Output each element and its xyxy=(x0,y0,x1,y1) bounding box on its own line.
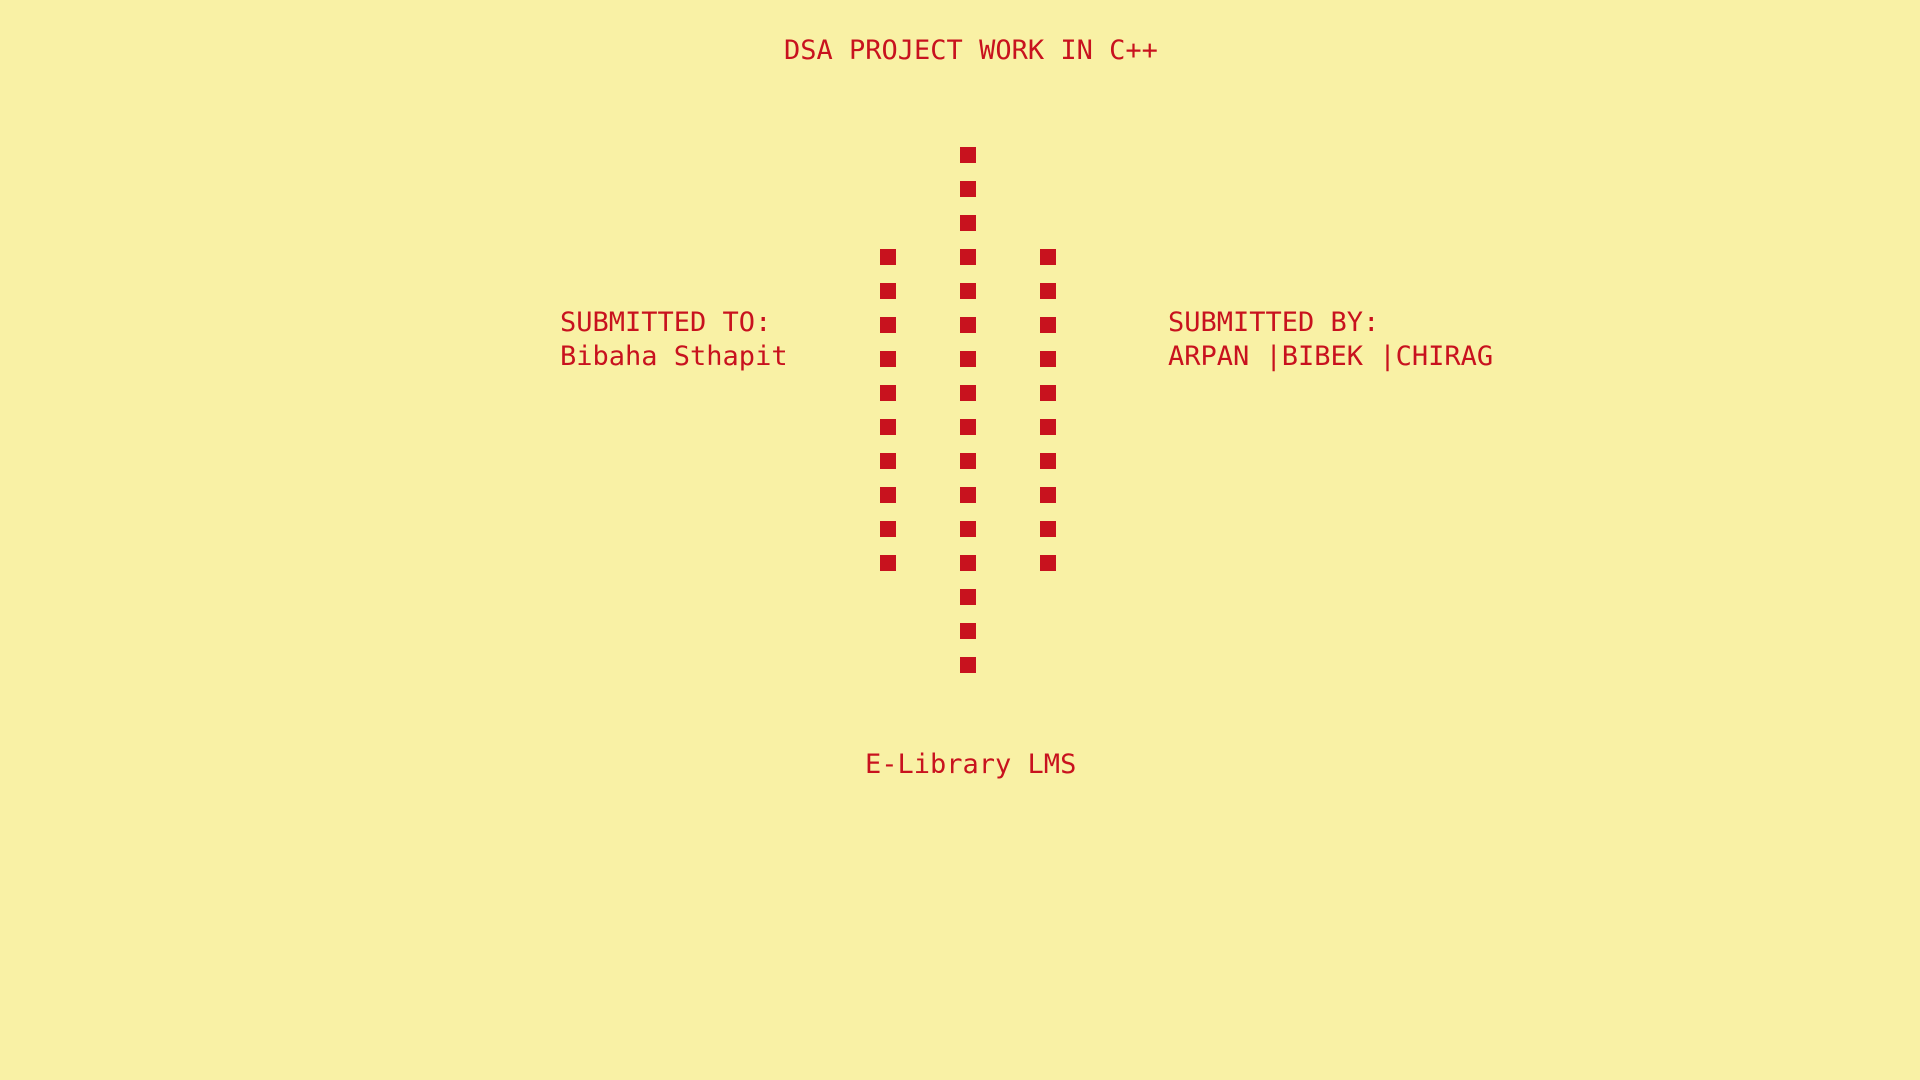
block-square-center-9 xyxy=(960,419,976,435)
block-square-left-2 xyxy=(880,283,896,299)
submitted-to-block: SUBMITTED TO: Bibaha Sthapit xyxy=(560,306,788,374)
submitted-to-name: Bibaha Sthapit xyxy=(560,341,788,372)
block-square-left-4 xyxy=(880,351,896,367)
block-square-center-7 xyxy=(960,351,976,367)
block-square-left-6 xyxy=(880,419,896,435)
submitted-by-label: SUBMITTED BY: xyxy=(1168,307,1380,338)
block-square-right-6 xyxy=(1040,419,1056,435)
block-square-center-3 xyxy=(960,215,976,231)
block-square-center-16 xyxy=(960,657,976,673)
block-square-left-5 xyxy=(880,385,896,401)
block-square-left-8 xyxy=(880,487,896,503)
block-square-left-3 xyxy=(880,317,896,333)
block-square-center-13 xyxy=(960,555,976,571)
submitted-by-block: SUBMITTED BY: ARPAN |BIBEK |CHIRAG xyxy=(1168,306,1493,374)
block-square-right-1 xyxy=(1040,249,1056,265)
block-square-center-6 xyxy=(960,317,976,333)
block-square-right-8 xyxy=(1040,487,1056,503)
block-square-center-12 xyxy=(960,521,976,537)
block-square-right-5 xyxy=(1040,385,1056,401)
block-square-left-1 xyxy=(880,249,896,265)
block-square-right-7 xyxy=(1040,453,1056,469)
block-square-center-15 xyxy=(960,623,976,639)
block-square-right-2 xyxy=(1040,283,1056,299)
block-square-center-1 xyxy=(960,147,976,163)
submitted-by-names: ARPAN |BIBEK |CHIRAG xyxy=(1168,341,1494,372)
block-square-center-8 xyxy=(960,385,976,401)
console-screen: DSA PROJECT WORK IN C++ SUBMITTED TO: Bi… xyxy=(0,0,1920,1080)
block-square-center-2 xyxy=(960,181,976,197)
block-square-left-7 xyxy=(880,453,896,469)
block-square-center-5 xyxy=(960,283,976,299)
block-square-right-3 xyxy=(1040,317,1056,333)
block-square-center-10 xyxy=(960,453,976,469)
submitted-to-label: SUBMITTED TO: xyxy=(560,307,772,338)
block-square-right-9 xyxy=(1040,521,1056,537)
block-square-right-10 xyxy=(1040,555,1056,571)
block-square-left-9 xyxy=(880,521,896,537)
block-square-center-14 xyxy=(960,589,976,605)
block-square-right-4 xyxy=(1040,351,1056,367)
block-square-center-11 xyxy=(960,487,976,503)
app-name: E-Library LMS xyxy=(865,749,1077,780)
page-title: DSA PROJECT WORK IN C++ xyxy=(784,35,1158,66)
block-square-center-4 xyxy=(960,249,976,265)
block-square-left-10 xyxy=(880,555,896,571)
